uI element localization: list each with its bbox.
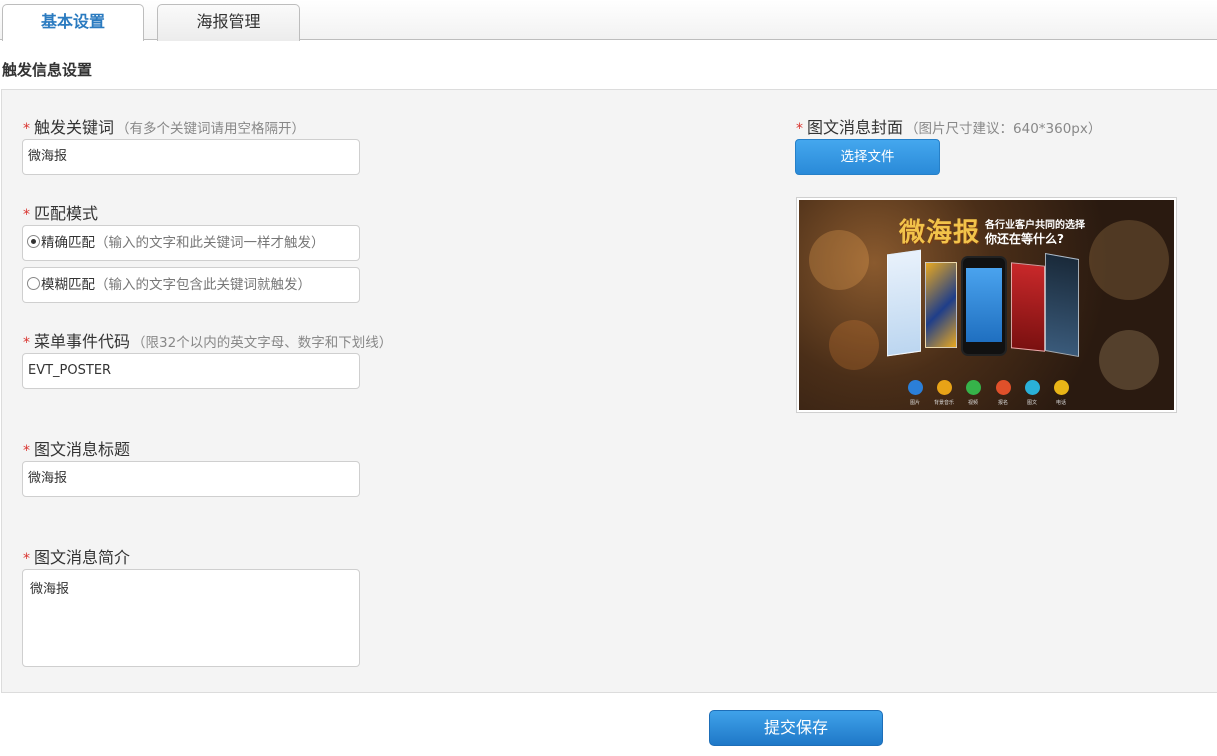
match-exact-hint: （输入的文字和此关键词一样才触发）: [95, 235, 325, 251]
match-mode-label: * 匹配模式: [23, 200, 98, 224]
match-fuzzy-label: 模糊匹配: [41, 277, 95, 293]
poster-icon-label: 报名: [997, 400, 1008, 406]
signup-icon: [996, 380, 1011, 395]
poster-icon-label: 图文: [1026, 400, 1037, 406]
poster-icon-label: 视频: [967, 400, 978, 406]
poster-graphic: 微海报 各行业客户共同的选择 你还在等什么? 图片 背景音乐 视频 报名 图文 …: [799, 200, 1174, 410]
news-desc-label-text: 图文消息简介: [34, 548, 131, 567]
event-code-hint: （限32个以内的英文字母、数字和下划线）: [132, 335, 393, 351]
picture-icon: [908, 380, 923, 395]
news-title-input[interactable]: 微海报: [22, 461, 360, 497]
poster-icon-label: 图片: [909, 400, 920, 406]
tab-bar: 基本设置 海报管理: [0, 0, 1217, 41]
required-mark: *: [23, 443, 30, 459]
poster-card: [1045, 253, 1079, 357]
poster-title: 微海报: [899, 218, 981, 248]
news-icon: [1025, 380, 1040, 395]
poster-card: [925, 262, 957, 348]
keyword-label-text: 触发关键词: [34, 118, 115, 137]
bokeh-light: [1089, 220, 1169, 300]
required-mark: *: [23, 121, 30, 137]
poster-card: [1011, 262, 1045, 352]
match-fuzzy-hint: （输入的文字包含此关键词就触发）: [95, 277, 311, 293]
tab-basic-settings[interactable]: 基本设置: [2, 4, 144, 41]
phone-screen: [966, 268, 1002, 342]
cover-label-text: 图文消息封面: [807, 118, 904, 137]
phone-icon: [1054, 380, 1069, 395]
poster-subtitle: 各行业客户共同的选择: [985, 220, 1085, 231]
news-title-label: * 图文消息标题: [23, 436, 130, 460]
poster-icon-row: 图片 背景音乐 视频 报名 图文 电话: [904, 380, 1074, 410]
poster-card: [887, 249, 921, 357]
match-mode-label-text: 匹配模式: [34, 204, 99, 223]
event-code-input[interactable]: EVT_POSTER: [22, 353, 360, 389]
section-title: 触发信息设置: [2, 61, 93, 79]
match-exact-label: 精确匹配: [41, 235, 95, 251]
poster-icon-label: 电话: [1055, 400, 1066, 406]
video-icon: [966, 380, 981, 395]
submit-save-button[interactable]: 提交保存: [709, 710, 883, 746]
required-mark: *: [23, 207, 30, 223]
radio-unchecked-icon[interactable]: [27, 277, 40, 290]
event-code-label-text: 菜单事件代码: [34, 332, 131, 351]
bokeh-light: [829, 320, 879, 370]
event-code-label: * 菜单事件代码 （限32个以内的英文字母、数字和下划线）: [23, 328, 392, 352]
phone-mockup: [961, 256, 1007, 356]
required-mark: *: [796, 121, 803, 137]
tab-poster-management[interactable]: 海报管理: [157, 4, 300, 41]
cover-label: * 图文消息封面 （图片尺寸建议：640*360px）: [796, 114, 1101, 138]
required-mark: *: [23, 335, 30, 351]
cover-preview-image: 微海报 各行业客户共同的选择 你还在等什么? 图片 背景音乐 视频 报名 图文 …: [796, 197, 1177, 413]
news-desc-textarea[interactable]: 微海报: [22, 569, 360, 667]
news-desc-label: * 图文消息简介: [23, 544, 130, 568]
match-fuzzy-option[interactable]: 模糊匹配（输入的文字包含此关键词就触发）: [22, 267, 360, 303]
news-title-label-text: 图文消息标题: [34, 440, 131, 459]
music-icon: [937, 380, 952, 395]
keyword-hint: （有多个关键词请用空格隔开）: [116, 121, 306, 137]
choose-file-button[interactable]: 选择文件: [795, 139, 940, 175]
bokeh-light: [1099, 330, 1159, 390]
match-exact-option[interactable]: 精确匹配（输入的文字和此关键词一样才触发）: [22, 225, 360, 261]
poster-icon-label: 背景音乐: [933, 400, 954, 406]
bokeh-light: [809, 230, 869, 290]
radio-checked-icon[interactable]: [27, 235, 40, 248]
keyword-input[interactable]: 微海报: [22, 139, 360, 175]
required-mark: *: [23, 551, 30, 567]
poster-subtitle: 你还在等什么?: [985, 232, 1064, 246]
keyword-label: * 触发关键词 （有多个关键词请用空格隔开）: [23, 114, 305, 138]
cover-hint: （图片尺寸建议：640*360px）: [905, 121, 1102, 137]
